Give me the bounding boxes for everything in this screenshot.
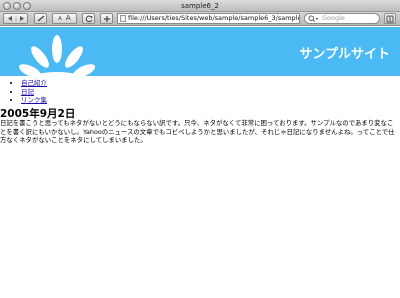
bookmarks-menu-button[interactable]: [384, 13, 396, 24]
book-icon: [386, 15, 394, 23]
reload-button[interactable]: [82, 13, 95, 24]
search-field[interactable]: Google: [304, 13, 380, 24]
search-placeholder: Google: [322, 14, 345, 22]
text-bigger-label: A: [65, 14, 71, 22]
browser-toolbar: AA file:///Users/ties/Sites/web/sample/s…: [0, 12, 400, 26]
browser-window: sample6_2 AA file:///Users/ties/Sites/we…: [0, 0, 400, 298]
window-title: sample6_2: [181, 2, 219, 10]
nav-item-profile: 自己紹介: [21, 79, 47, 88]
reload-icon: [85, 15, 92, 23]
flower-logo: [18, 35, 96, 76]
search-icon: [308, 15, 319, 22]
back-forward-buttons[interactable]: [3, 13, 28, 24]
entry-body-text: 日記を書こうと思ってもネタがないとどうにもならない訳です。只今、ネタがなくて非常…: [0, 119, 395, 144]
address-bar[interactable]: file:///Users/ties/Sites/web/sample/samp…: [117, 13, 300, 24]
nav-link-diary[interactable]: 日記: [21, 88, 34, 96]
site-title: サンプルサイト: [299, 47, 390, 62]
page-icon: [120, 15, 126, 22]
nav-item-links: リンク集: [21, 96, 47, 105]
address-text: file:///Users/ties/Sites/web/sample/samp…: [128, 14, 300, 22]
nav-item-diary: 日記: [21, 88, 47, 97]
nav-link-links[interactable]: リンク集: [21, 96, 47, 104]
nav-link-profile[interactable]: 自己紹介: [21, 79, 47, 87]
web-page: サンプルサイト 自己紹介 日記 リンク集 2005年9月2日 日記を書こうと思っ…: [0, 27, 400, 298]
title-bar: sample6_2: [0, 0, 400, 12]
text-size-buttons[interactable]: AA: [52, 13, 77, 24]
plus-icon: [103, 16, 110, 22]
site-navigation: 自己紹介 日記 リンク集: [17, 79, 47, 105]
edit-button[interactable]: [34, 13, 47, 24]
back-forward-arrows-icon: [7, 15, 24, 22]
text-smaller-label: A: [58, 16, 62, 22]
pencil-icon: [37, 15, 44, 22]
add-bookmark-button[interactable]: [100, 13, 113, 24]
site-header: サンプルサイト: [0, 27, 400, 76]
